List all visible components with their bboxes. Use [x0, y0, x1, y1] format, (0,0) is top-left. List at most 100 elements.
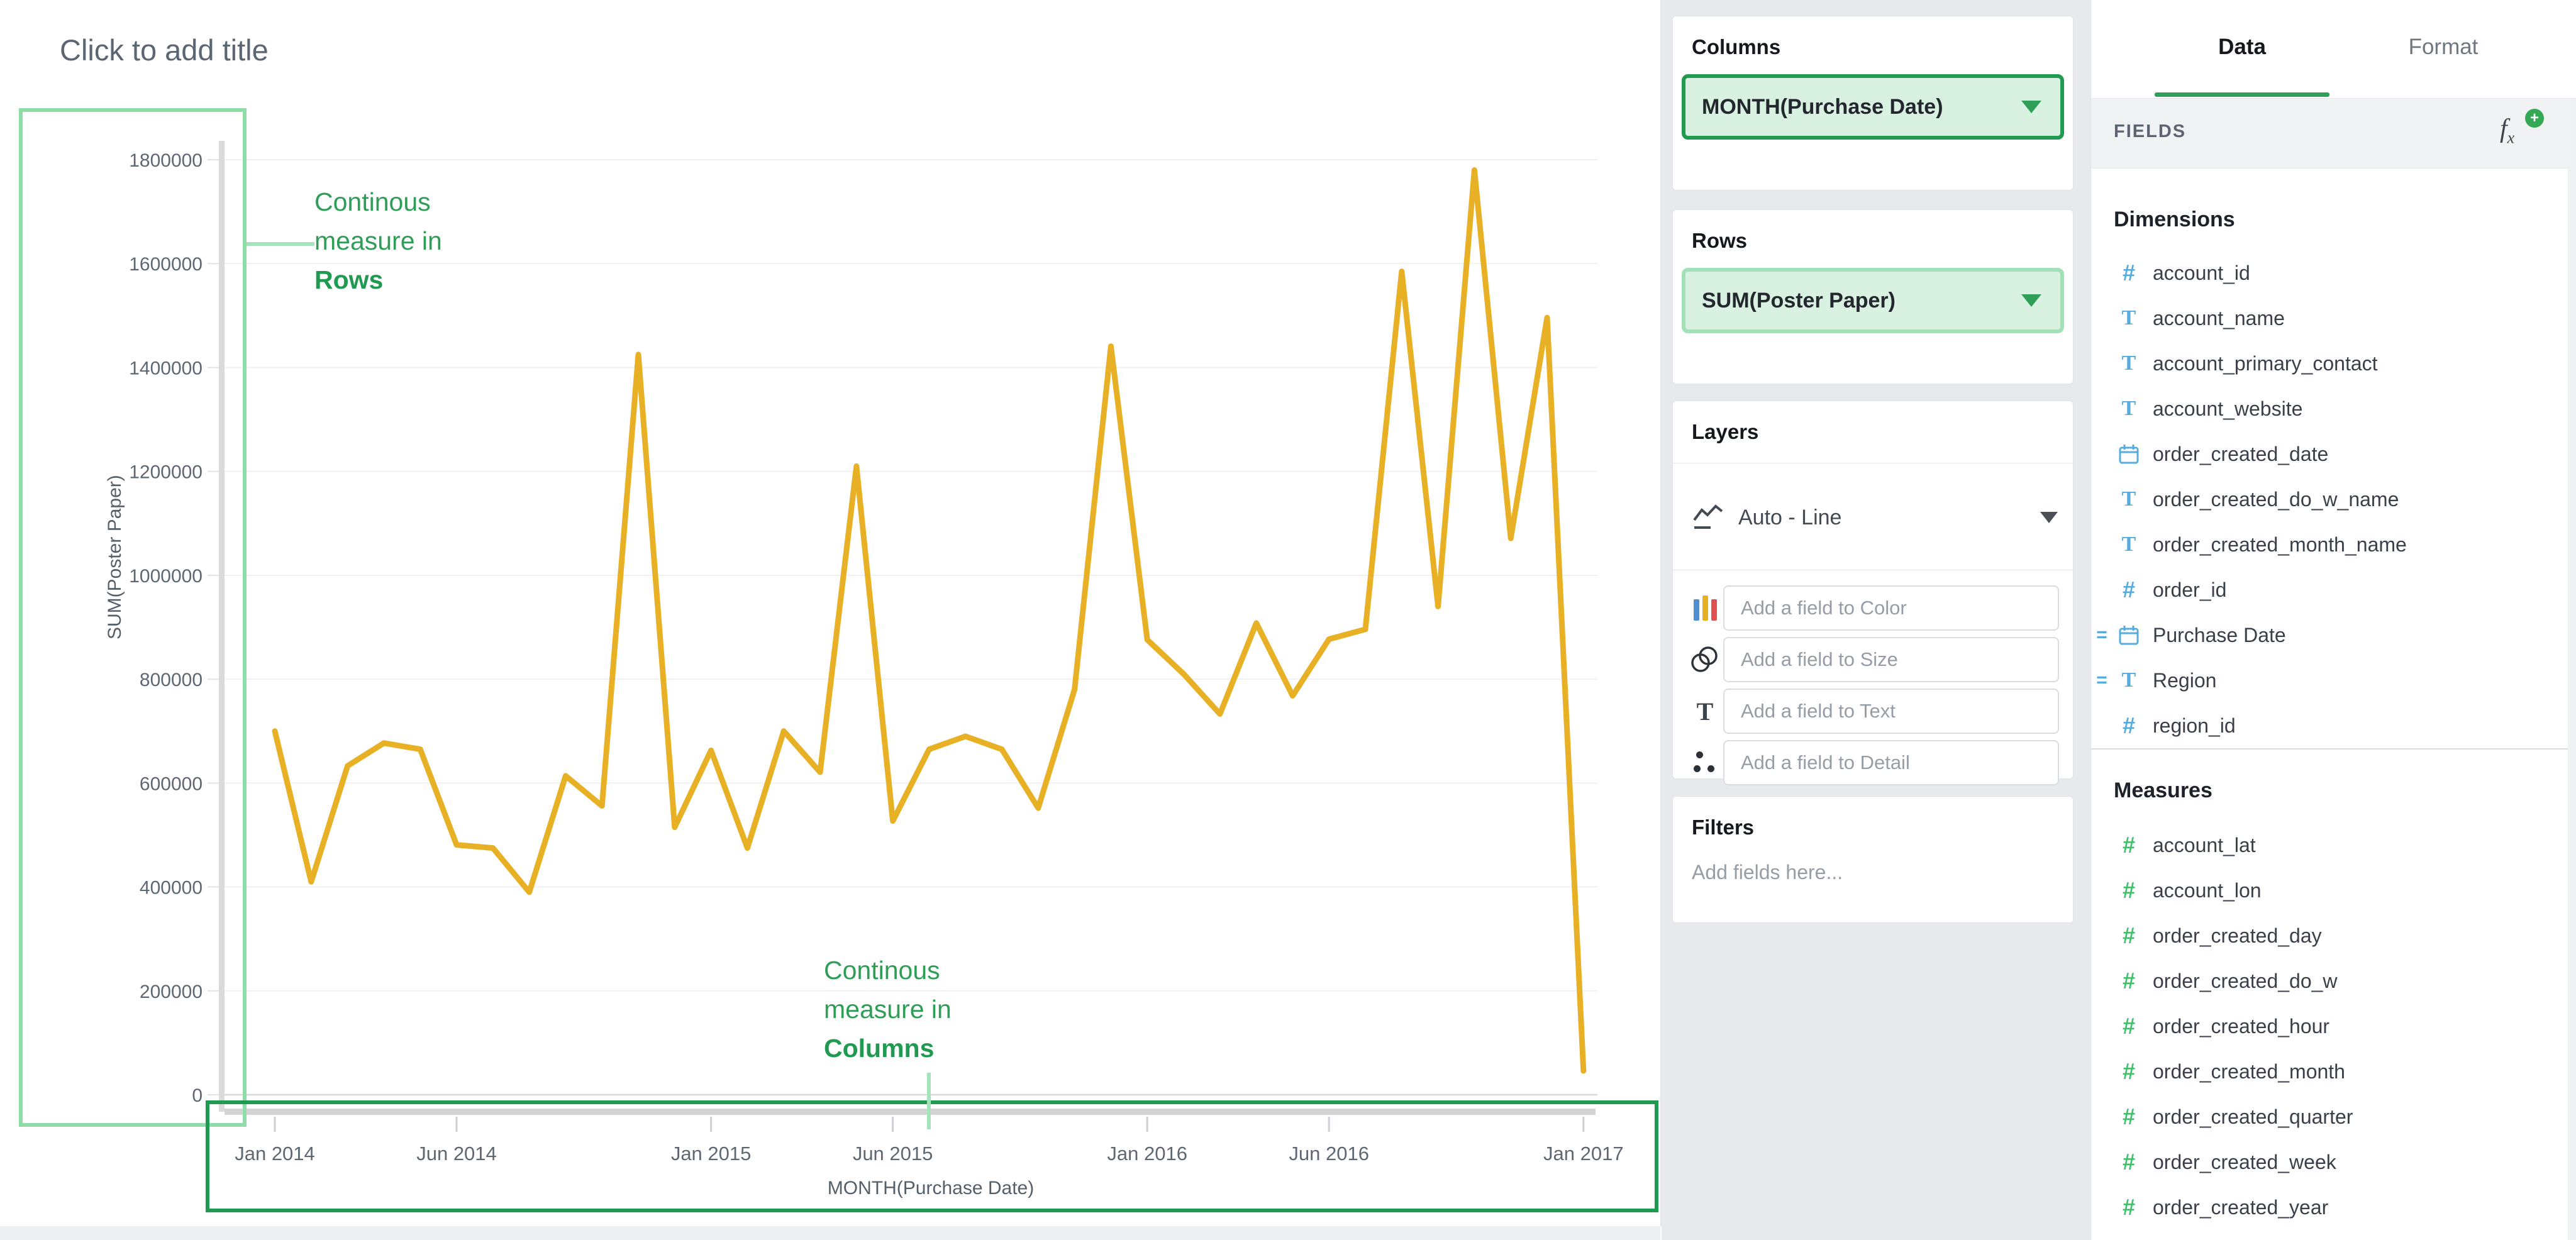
text-type-icon: T — [2122, 352, 2136, 375]
field-label: account_name — [2153, 307, 2285, 330]
line-chart-icon — [1692, 504, 1724, 531]
field-row-order_created_date[interactable]: order_created_date — [2091, 431, 2576, 477]
divider — [2091, 748, 2576, 750]
number-icon: # — [2123, 1194, 2135, 1221]
rows-pill[interactable]: SUM(Poster Paper) — [1682, 268, 2064, 333]
rows-shelf-header: Rows — [1673, 210, 2073, 253]
number-icon: # — [2123, 1149, 2135, 1175]
active-tab-indicator — [2155, 92, 2329, 97]
field-row-account_name[interactable]: Taccount_name — [2091, 296, 2576, 341]
drop-input[interactable]: Add a field to Text — [1723, 689, 2059, 734]
filters-drop-target[interactable]: Add fields here... — [1673, 839, 2073, 884]
field-row-order_created_quarter[interactable]: #order_created_quarter — [2091, 1094, 2576, 1139]
rows-pill-label: SUM(Poster Paper) — [1685, 289, 2021, 313]
field-row-order_created_month_name[interactable]: Torder_created_month_name — [2091, 522, 2576, 567]
field-row-order_created_do_w_name[interactable]: Torder_created_do_w_name — [2091, 477, 2576, 522]
number-icon: # — [2123, 877, 2135, 904]
field-label: order_created_do_w_name — [2153, 488, 2399, 511]
number-icon: # — [2123, 1058, 2135, 1085]
field-row-order_created_week[interactable]: # order_created_week — [2091, 1139, 2576, 1185]
number-icon: # — [2123, 832, 2135, 858]
tab-format[interactable]: Format — [2349, 35, 2538, 60]
filters-header: Filters — [1673, 797, 2073, 839]
app-window: Click to add title 020000040000060000080… — [0, 0, 2576, 1240]
field-row-account_website[interactable]: Taccount_website — [2091, 386, 2576, 431]
field-row-order_id[interactable]: #order_id — [2091, 567, 2576, 612]
layer-type-selector[interactable]: Auto - Line — [1692, 477, 2058, 558]
field-label: order_created_quarter — [2153, 1105, 2353, 1129]
detail-dots-icon — [1694, 751, 1716, 774]
tab-data[interactable]: Data — [2148, 35, 2336, 60]
text-type-icon: T — [2122, 487, 2136, 511]
field-label: order_created_week — [2153, 1151, 2336, 1174]
field-label: order_created_month — [2153, 1060, 2345, 1083]
columns-annotation-connector — [927, 1073, 931, 1129]
field-row-Purchase Date[interactable]: =Purchase Date — [2091, 612, 2576, 658]
calendar-icon — [2118, 624, 2140, 646]
fields-section-label: FIELDS — [2114, 121, 2186, 142]
field-row-account_primary_contact[interactable]: Taccount_primary_contact — [2091, 341, 2576, 386]
number-icon: # — [2123, 577, 2135, 603]
text-icon: T — [1697, 697, 1714, 726]
drop-input[interactable]: Add a field to Color — [1723, 585, 2059, 631]
columns-shelf: Columns MONTH(Purchase Date) — [1672, 16, 2074, 191]
field-row-order_created_hour[interactable]: # order_created_hour — [2091, 1004, 2576, 1049]
columns-annotation-box — [206, 1100, 1658, 1212]
annotation-line: Continous — [824, 951, 952, 990]
fields-panel: Data Format FIELDS fx + Dimensions#accou… — [2090, 0, 2576, 1240]
fields-scrollbar[interactable] — [2568, 99, 2576, 1240]
text-type-icon: T — [2122, 306, 2136, 330]
drop-input[interactable]: Add a field to Size — [1723, 637, 2059, 682]
field-row-order_created_day[interactable]: #order_created_day — [2091, 913, 2576, 958]
drop-row-size: Add a field to Size — [1687, 636, 2059, 683]
add-calculated-field-button[interactable]: fx + — [2500, 114, 2540, 150]
rows-shelf: Rows SUM(Poster Paper) — [1672, 209, 2074, 384]
fx-icon: fx — [2500, 114, 2514, 143]
field-label: order_created_hour — [2153, 1015, 2329, 1038]
layers-header: Layers — [1673, 401, 2073, 444]
chevron-down-icon[interactable] — [2021, 294, 2041, 307]
field-label: account_lat — [2153, 834, 2256, 857]
annotation-line-bold: Rows — [314, 265, 383, 294]
rows-annotation-text: Continous measure in Rows — [314, 182, 442, 299]
number-icon: # — [2123, 968, 2135, 994]
field-label: Region — [2153, 669, 2216, 692]
field-row-account_lon[interactable]: #account_lon — [2091, 868, 2576, 913]
field-label: order_created_year — [2153, 1196, 2328, 1219]
field-row-order_created_year[interactable]: # order_created_year — [2091, 1185, 2576, 1230]
drop-row-detail: Add a field to Detail — [1687, 739, 2059, 786]
columns-annotation-text: Continous measure in Columns — [824, 951, 952, 1068]
field-row-order_created_month[interactable]: # order_created_month — [2091, 1049, 2576, 1094]
dimensions-header: Dimensions — [2114, 208, 2235, 232]
text-type-icon: T — [2122, 397, 2136, 421]
drop-input[interactable]: Add a field to Detail — [1723, 740, 2059, 785]
annotation-line: measure in — [824, 990, 952, 1029]
calculated-field-icon: = — [2091, 624, 2112, 646]
fields-section-bar: FIELDS fx + — [2091, 99, 2576, 169]
filters-shelf: Filters Add fields here... — [1672, 796, 2074, 923]
chevron-down-icon[interactable] — [2040, 512, 2058, 523]
field-label: region_id — [2153, 714, 2236, 738]
calendar-icon — [2118, 443, 2140, 465]
drop-row-text: T Add a field to Text — [1687, 688, 2059, 734]
field-row-account_id[interactable]: #account_id — [2091, 250, 2576, 296]
field-label: account_id — [2153, 262, 2250, 285]
field-row-order_created_do_w[interactable]: # order_created_do_w — [2091, 958, 2576, 1004]
rows-annotation-box — [19, 108, 247, 1127]
field-row-region_id[interactable]: #region_id — [2091, 703, 2576, 748]
panel-tabs: Data Format — [2091, 0, 2576, 99]
columns-pill[interactable]: MONTH(Purchase Date) — [1682, 74, 2064, 140]
field-label: order_created_day — [2153, 924, 2322, 948]
annotation-line: measure in — [314, 221, 442, 260]
size-circles-icon — [1690, 646, 1720, 673]
layer-type-label: Auto - Line — [1738, 506, 2040, 530]
drop-row-color: Add a field to Color — [1687, 585, 2059, 631]
columns-shelf-header: Columns — [1673, 16, 2073, 59]
field-row-account_lat[interactable]: # account_lat — [2091, 822, 2576, 868]
field-row-Region[interactable]: =TRegion — [2091, 658, 2576, 703]
number-icon: # — [2123, 1013, 2135, 1039]
chevron-down-icon[interactable] — [2021, 101, 2041, 113]
field-label: account_website — [2153, 397, 2302, 421]
field-label: order_created_do_w — [2153, 970, 2338, 993]
rows-annotation-connector — [247, 242, 314, 246]
